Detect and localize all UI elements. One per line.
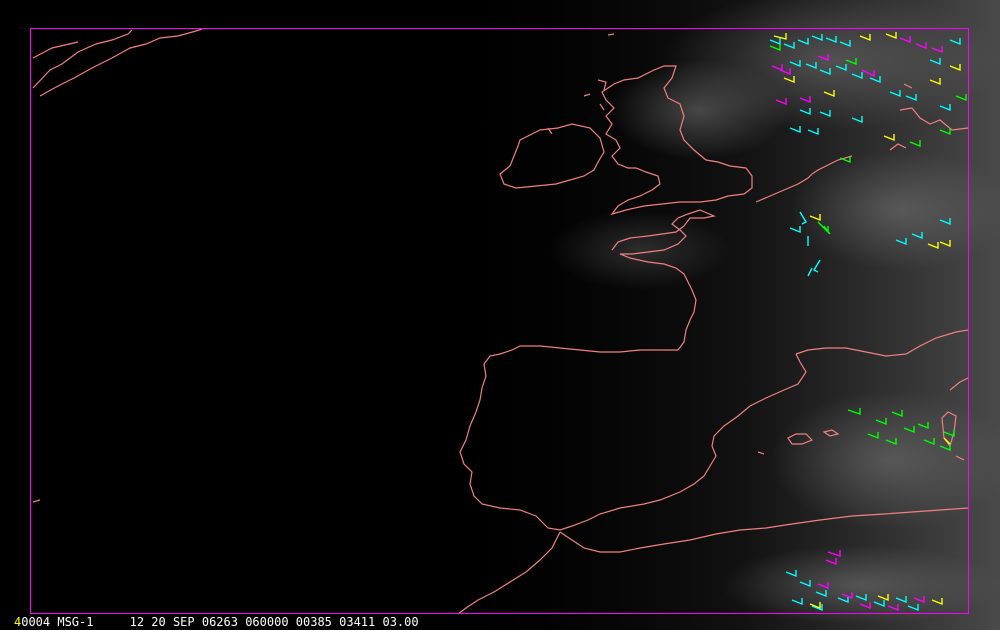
status-text: 0004 MSG-1 12 20 SEP 06263 060000 00385 …: [21, 615, 419, 629]
cloud-cover: [430, 0, 1000, 630]
satellite-map: [0, 0, 1000, 630]
status-bar: 40004 MSG-1 12 20 SEP 06263 060000 00385…: [14, 614, 419, 630]
satellite-map-viewer[interactable]: [0, 0, 1000, 630]
